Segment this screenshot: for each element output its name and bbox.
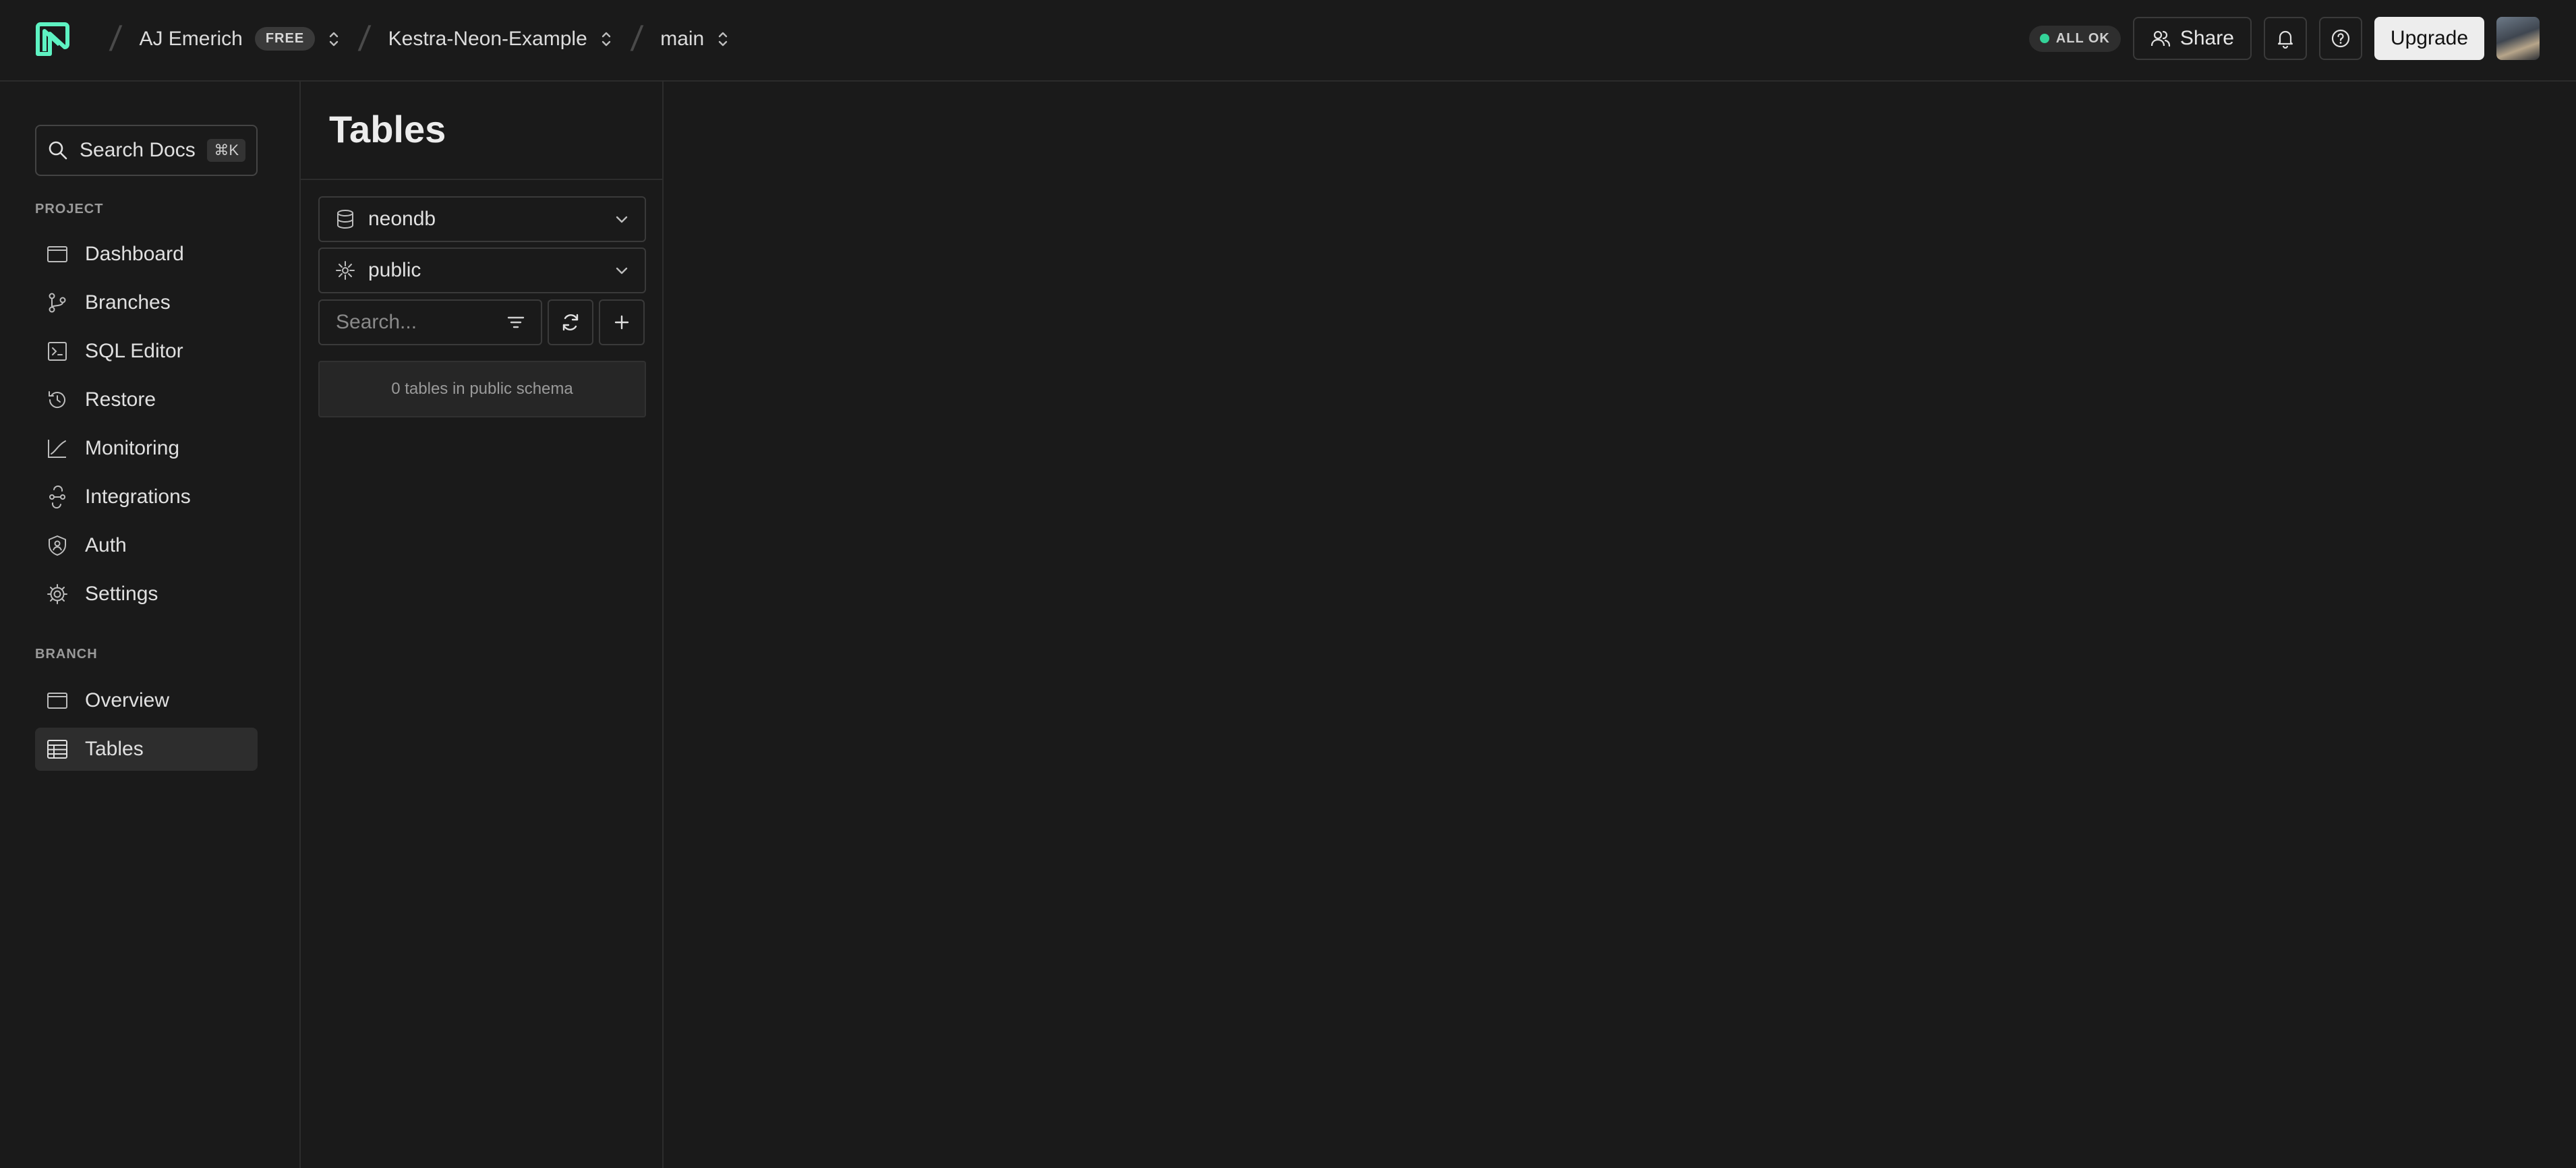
sidebar-item-tables[interactable]: Tables bbox=[35, 728, 258, 771]
tables-panel: Tables neondb public Search... 0 tables … bbox=[301, 82, 664, 1168]
database-value: neondb bbox=[368, 208, 436, 230]
search-docs-label: Search Docs bbox=[80, 139, 196, 161]
sidebar-item-label: Settings bbox=[85, 583, 158, 605]
overview-icon bbox=[47, 693, 67, 709]
sidebar-item-sql-editor[interactable]: SQL Editor bbox=[35, 330, 258, 373]
upgrade-button[interactable]: Upgrade bbox=[2374, 17, 2484, 60]
project-name: Kestra-Neon-Example bbox=[388, 27, 587, 50]
plan-badge: FREE bbox=[254, 27, 316, 51]
sidebar-item-label: Dashboard bbox=[85, 243, 184, 265]
sidebar-item-restore[interactable]: Restore bbox=[35, 378, 258, 421]
status-badge[interactable]: ALL OK bbox=[2028, 25, 2121, 52]
sidebar-item-overview[interactable]: Overview bbox=[35, 679, 258, 722]
sidebar-item-label: Tables bbox=[85, 738, 144, 760]
help-icon bbox=[2331, 29, 2350, 48]
chevron-up-down-icon bbox=[719, 32, 728, 46]
refresh-button[interactable] bbox=[548, 299, 593, 345]
branch-name: main bbox=[660, 27, 705, 50]
dashboard-icon bbox=[47, 246, 67, 262]
plus-icon bbox=[614, 315, 629, 330]
users-icon bbox=[2150, 30, 2170, 47]
status-dot-icon bbox=[2039, 34, 2049, 43]
sidebar-item-label: Monitoring bbox=[85, 437, 180, 459]
header-actions: ALL OK Share Upgrade bbox=[2028, 16, 2540, 61]
keyboard-shortcut: ⌘K bbox=[207, 139, 245, 162]
table-search-row bbox=[318, 299, 645, 345]
breadcrumb-separator: / bbox=[357, 19, 372, 59]
project-section-label: PROJECT bbox=[35, 202, 104, 216]
org-switcher[interactable]: AJ Emerich FREE bbox=[139, 27, 341, 51]
sidebar-item-settings[interactable]: Settings bbox=[35, 573, 258, 616]
branch-switcher[interactable]: main bbox=[660, 28, 730, 51]
sidebar-item-label: Restore bbox=[85, 388, 156, 411]
sidebar-item-label: Overview bbox=[85, 689, 170, 711]
sidebar-item-branches[interactable]: Branches bbox=[35, 281, 258, 324]
integrations-icon bbox=[49, 486, 65, 508]
chevron-up-down-icon bbox=[329, 32, 339, 46]
branch-section-label: BRANCH bbox=[35, 647, 98, 662]
breadcrumb: / AJ Emerich FREE / Kestra-Neon-Example … bbox=[92, 0, 730, 78]
search-docs-button[interactable]: Search Docs ⌘K bbox=[35, 125, 258, 176]
sidebar-item-dashboard[interactable]: Dashboard bbox=[35, 233, 258, 276]
status-text: ALL OK bbox=[2055, 30, 2110, 46]
tables-icon bbox=[47, 740, 67, 759]
app-root: / AJ Emerich FREE / Kestra-Neon-Example … bbox=[0, 0, 2576, 1168]
breadcrumb-separator: / bbox=[628, 19, 645, 59]
neon-logo-icon[interactable] bbox=[34, 20, 71, 58]
divider bbox=[301, 179, 662, 180]
notifications-button[interactable] bbox=[2263, 17, 2307, 60]
database-icon bbox=[337, 210, 353, 229]
branches-icon bbox=[49, 293, 66, 313]
add-table-button[interactable] bbox=[599, 299, 645, 345]
schema-icon bbox=[336, 261, 355, 280]
auth-icon bbox=[49, 535, 66, 556]
refresh-icon bbox=[562, 314, 579, 331]
sidebar-item-label: Branches bbox=[85, 291, 171, 314]
filter-icon[interactable] bbox=[506, 312, 526, 332]
top-bar: / AJ Emerich FREE / Kestra-Neon-Example … bbox=[0, 0, 2576, 82]
share-button[interactable]: Share bbox=[2132, 17, 2252, 60]
sidebar-item-monitoring[interactable]: Monitoring bbox=[35, 427, 258, 470]
monitoring-icon bbox=[48, 440, 66, 458]
chevron-down-icon bbox=[616, 216, 628, 223]
help-button[interactable] bbox=[2318, 17, 2362, 60]
bell-icon bbox=[2277, 30, 2293, 49]
gear-icon bbox=[47, 584, 67, 604]
sidebar-item-integrations[interactable]: Integrations bbox=[35, 475, 258, 519]
restore-icon bbox=[49, 391, 65, 408]
schema-select[interactable]: public bbox=[318, 247, 646, 293]
sql-editor-icon bbox=[48, 342, 67, 361]
sidebar-item-label: Auth bbox=[85, 534, 127, 556]
sidebar-item-auth[interactable]: Auth bbox=[35, 524, 258, 567]
schema-value: public bbox=[368, 259, 421, 281]
avatar[interactable] bbox=[2496, 17, 2540, 60]
empty-state-message: 0 tables in public schema bbox=[318, 361, 646, 417]
project-switcher[interactable]: Kestra-Neon-Example bbox=[388, 28, 613, 51]
org-name: AJ Emerich bbox=[139, 27, 243, 50]
main-content-area bbox=[664, 82, 2576, 1168]
sidebar-item-label: Integrations bbox=[85, 486, 191, 508]
table-search-input[interactable] bbox=[334, 310, 492, 334]
database-select[interactable]: neondb bbox=[318, 196, 646, 242]
table-search-box bbox=[318, 299, 542, 345]
sidebar-item-label: SQL Editor bbox=[85, 340, 183, 362]
chevron-down-icon bbox=[616, 267, 628, 274]
sidebar: Search Docs ⌘K PROJECT Dashboard Branche… bbox=[0, 82, 301, 1168]
page-title: Tables bbox=[329, 108, 446, 150]
share-label: Share bbox=[2179, 27, 2234, 49]
chevron-up-down-icon bbox=[602, 32, 610, 46]
search-icon bbox=[49, 141, 67, 160]
breadcrumb-separator: / bbox=[107, 19, 123, 59]
